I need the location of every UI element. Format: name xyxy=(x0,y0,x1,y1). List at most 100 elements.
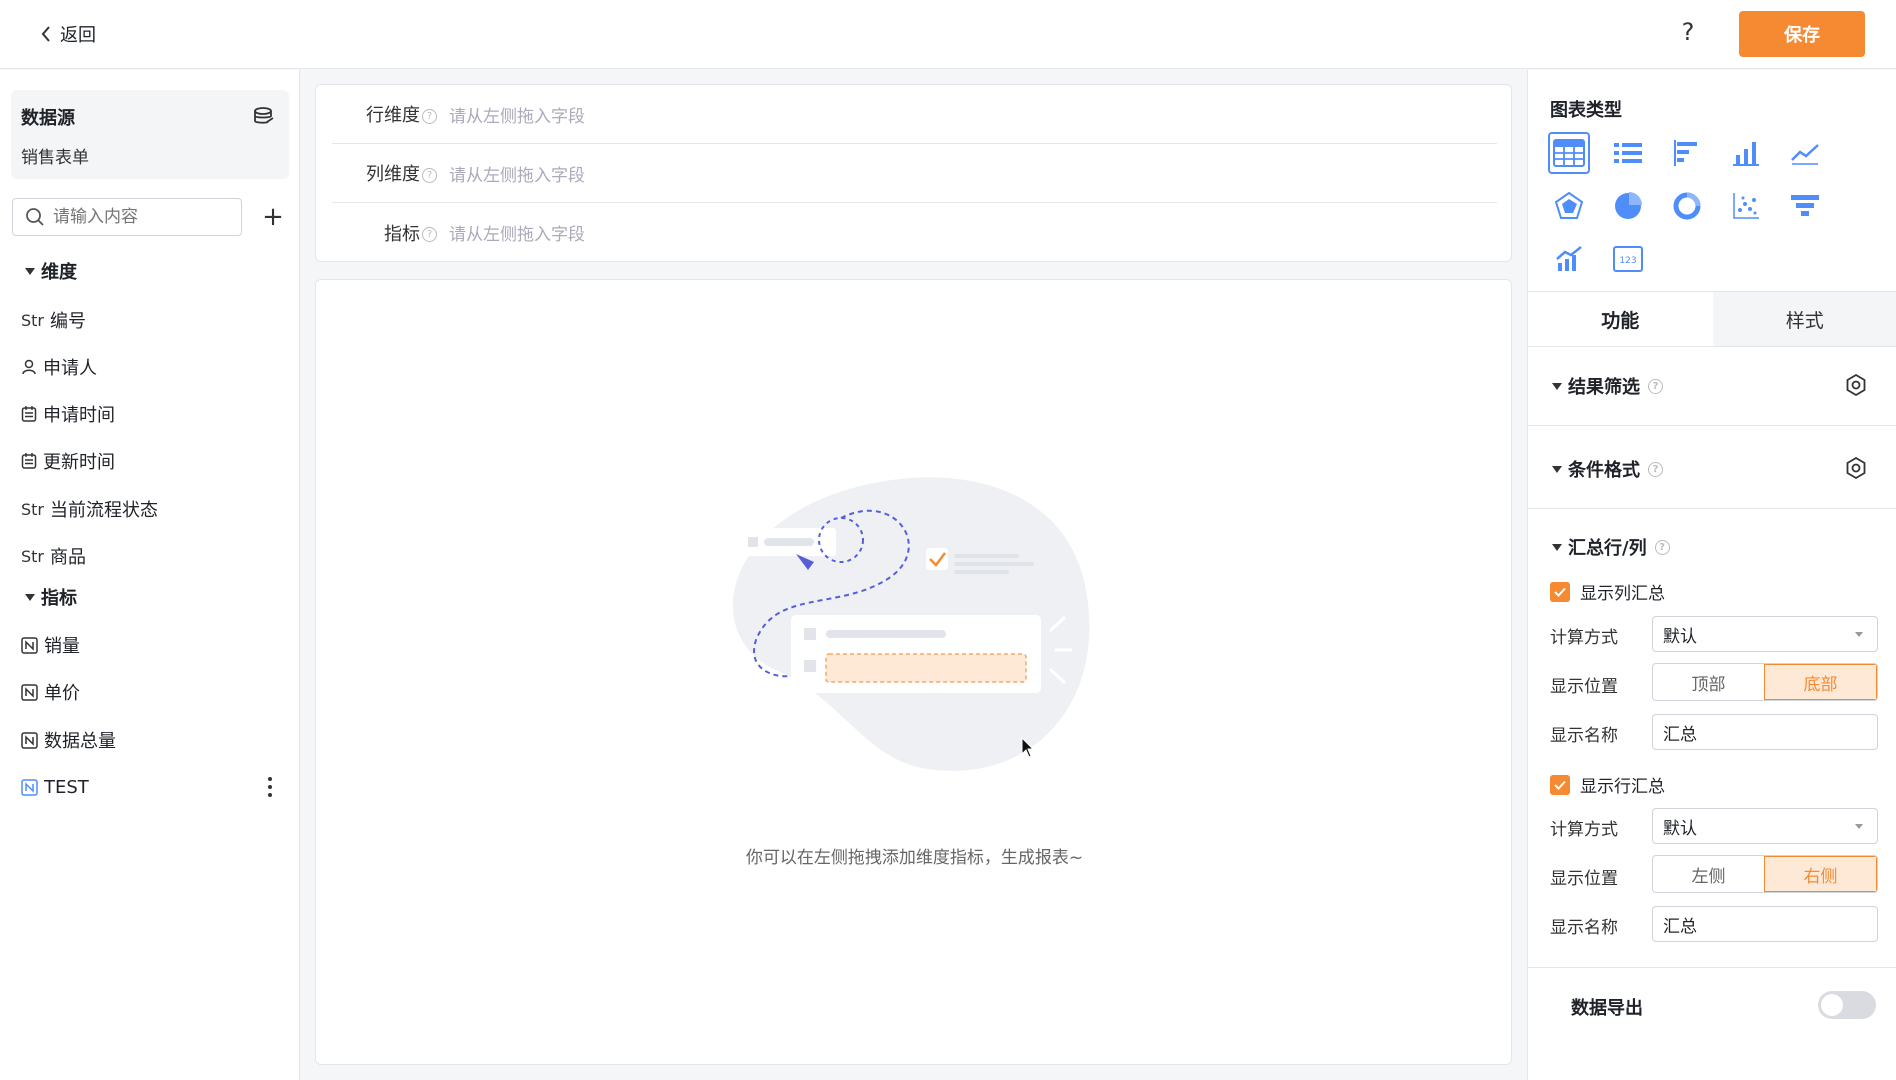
caret-down-icon xyxy=(1552,543,1562,551)
line-chart-icon xyxy=(1791,144,1819,165)
scatter-icon xyxy=(1733,193,1759,219)
string-type-tag: Str xyxy=(21,546,45,566)
add-field-button[interactable]: + xyxy=(258,200,288,234)
field-search[interactable] xyxy=(12,198,242,236)
chart-type-donut[interactable] xyxy=(1666,185,1708,227)
metric-group-header[interactable]: 指标 xyxy=(25,584,77,610)
config-panel: 图表类型 123 功能 样式 结果筛选 ? 条件格式 ? 汇总行/列 ? 显示列… xyxy=(1527,70,1896,1080)
field-label: 当前流程状态 xyxy=(50,500,159,521)
help-icon[interactable]: ? xyxy=(1676,18,1700,50)
metric-field-unit-price[interactable]: 单价 xyxy=(21,677,80,707)
help-circle-icon[interactable]: ? xyxy=(422,167,437,183)
result-filter-header[interactable]: 结果筛选 ? xyxy=(1552,373,1663,399)
section-divider xyxy=(1528,508,1896,509)
chart-type-scatter[interactable] xyxy=(1725,185,1767,227)
chart-type-bar-horizontal[interactable] xyxy=(1666,132,1708,174)
chart-type-list[interactable] xyxy=(1607,132,1649,174)
chart-type-number-card[interactable]: 123 xyxy=(1607,238,1649,280)
number-icon xyxy=(21,636,38,654)
position-bottom-option[interactable]: 底部 xyxy=(1764,664,1877,700)
position-left-option[interactable]: 左侧 xyxy=(1653,856,1764,892)
datasource-card[interactable]: 数据源 销售表单 xyxy=(11,90,289,179)
display-position-label: 显示位置 xyxy=(1550,677,1618,697)
field-label: 商品 xyxy=(50,547,87,568)
bar-horizontal-icon xyxy=(1674,140,1697,166)
chart-type-funnel[interactable] xyxy=(1784,185,1826,227)
caret-down-icon xyxy=(25,593,35,601)
display-position-label: 显示位置 xyxy=(1550,869,1618,889)
help-circle-icon[interactable]: ? xyxy=(1654,539,1670,555)
conditional-format-header[interactable]: 条件格式 ? xyxy=(1552,456,1663,482)
row-summary-name-input[interactable]: 汇总 xyxy=(1652,906,1878,942)
chart-type-pie[interactable] xyxy=(1607,185,1649,227)
calendar-icon xyxy=(21,453,37,469)
dimension-field-apply-time[interactable]: 申请时间 xyxy=(21,399,115,429)
dimension-field-product[interactable]: Str 商品 xyxy=(21,541,86,571)
back-label: 返回 xyxy=(60,25,96,46)
section-divider xyxy=(1528,967,1896,968)
chart-type-bar-vertical[interactable] xyxy=(1725,132,1767,174)
column-dimension-zone[interactable]: 列维度? 请从左侧拖入字段 xyxy=(332,144,1497,203)
settings-gear-icon[interactable] xyxy=(1844,456,1868,480)
checkbox-label: 显示列汇总 xyxy=(1580,584,1665,604)
database-switch-icon[interactable] xyxy=(251,104,277,130)
search-input[interactable] xyxy=(53,207,233,227)
chart-type-line[interactable] xyxy=(1784,132,1826,174)
metric-field-sales[interactable]: 销量 xyxy=(21,630,80,660)
checkbox-checked-icon[interactable] xyxy=(1550,581,1570,602)
bar-vertical-icon xyxy=(1733,142,1759,166)
help-circle-icon[interactable]: ? xyxy=(1648,378,1663,394)
tab-function[interactable]: 功能 xyxy=(1528,292,1713,346)
help-circle-icon[interactable]: ? xyxy=(422,108,437,124)
chart-type-radar[interactable] xyxy=(1548,185,1590,227)
metric-zone[interactable]: 指标? 请从左侧拖入字段 xyxy=(332,203,1497,262)
chevron-left-icon xyxy=(41,26,50,42)
metric-field-test[interactable]: TEST xyxy=(21,772,283,802)
input-value: 汇总 xyxy=(1663,724,1697,745)
chart-type-table[interactable] xyxy=(1548,132,1590,174)
dimension-group-header[interactable]: 维度 xyxy=(25,258,77,284)
display-name-label: 显示名称 xyxy=(1550,918,1618,938)
dimension-field-update-time[interactable]: 更新时间 xyxy=(21,446,115,476)
summary-header[interactable]: 汇总行/列 ? xyxy=(1552,534,1670,560)
pie-icon xyxy=(1615,192,1642,219)
field-label: 编号 xyxy=(50,311,87,332)
donut-icon xyxy=(1673,192,1701,220)
checkbox-checked-icon[interactable] xyxy=(1550,774,1570,795)
back-button[interactable]: 返回 xyxy=(40,20,96,48)
position-right-option[interactable]: 右侧 xyxy=(1764,856,1877,892)
mouse-cursor-icon xyxy=(1021,737,1035,758)
string-type-tag: Str xyxy=(21,499,45,519)
panel-tabs: 功能 样式 xyxy=(1528,291,1896,347)
settings-gear-icon[interactable] xyxy=(1844,373,1868,397)
calc-method-label: 计算方式 xyxy=(1550,628,1618,648)
help-circle-icon[interactable]: ? xyxy=(1648,461,1663,477)
checkbox-label: 显示行汇总 xyxy=(1580,777,1665,797)
calendar-icon xyxy=(21,406,37,422)
row-calc-method-select[interactable]: 默认 xyxy=(1652,808,1878,844)
metric-field-total-count[interactable]: 数据总量 xyxy=(21,725,116,755)
chart-type-combo[interactable] xyxy=(1548,238,1590,280)
show-column-summary-checkbox[interactable]: 显示列汇总 xyxy=(1550,579,1665,604)
more-options-icon[interactable] xyxy=(268,772,272,802)
chart-type-title: 图表类型 xyxy=(1550,100,1622,121)
top-bar: 返回 ? 保存 xyxy=(0,0,1896,69)
column-summary-name-input[interactable]: 汇总 xyxy=(1652,714,1878,750)
string-type-tag: Str xyxy=(21,310,45,330)
show-row-summary-checkbox[interactable]: 显示行汇总 xyxy=(1550,772,1665,797)
search-icon xyxy=(26,208,44,226)
row-dimension-zone[interactable]: 行维度? 请从左侧拖入字段 xyxy=(332,85,1497,144)
combo-chart-icon xyxy=(1556,246,1582,271)
data-export-toggle[interactable] xyxy=(1818,991,1876,1019)
help-circle-icon[interactable]: ? xyxy=(422,227,437,242)
dimension-field-applicant[interactable]: 申请人 xyxy=(21,352,97,382)
column-calc-method-select[interactable]: 默认 xyxy=(1652,616,1878,652)
save-button[interactable]: 保存 xyxy=(1739,11,1865,57)
tab-style[interactable]: 样式 xyxy=(1712,292,1896,346)
dimension-field-flow-status[interactable]: Str 当前流程状态 xyxy=(21,494,158,524)
data-export-label: 数据导出 xyxy=(1571,994,1643,1020)
section-divider xyxy=(1528,425,1896,426)
dimension-field-id[interactable]: Str 编号 xyxy=(21,305,86,335)
position-top-option[interactable]: 顶部 xyxy=(1653,664,1764,700)
metric-group-title: 指标 xyxy=(41,588,77,609)
